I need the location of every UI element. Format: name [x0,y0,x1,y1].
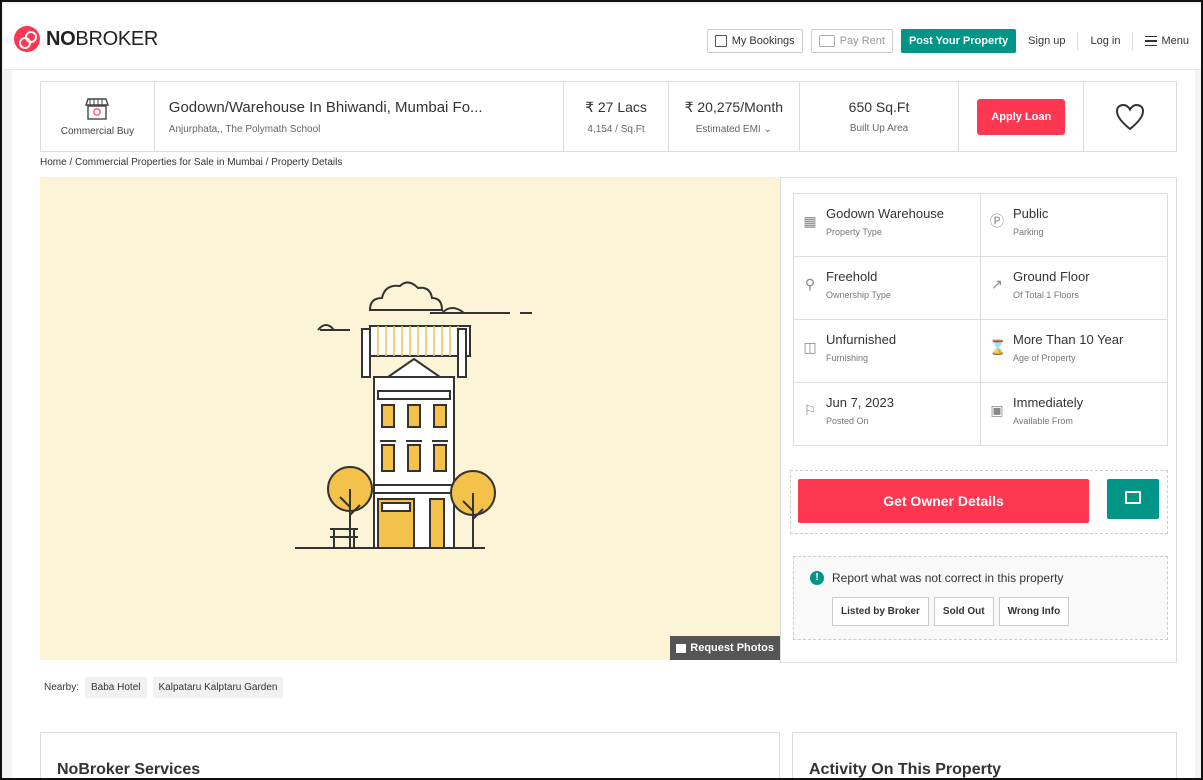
bookings-icon [714,35,727,47]
property-photo-placeholder: Request Photos [40,177,780,660]
nearby-places: Nearby: Baba Hotel Kalpataru Kalptaru Ga… [40,672,780,702]
browser-frame: NOBROKER My Bookings Pay Rent Post Your … [0,0,1203,780]
nav-divider [1077,32,1079,50]
request-photos-button[interactable]: Request Photos [670,636,780,660]
my-bookings-button[interactable]: My Bookings [706,29,803,53]
property-locality: Anjurphata,, The Polymath School [168,123,321,135]
building-icon: ▦ [803,213,817,229]
apply-loan-button[interactable]: Apply Loan [977,98,1066,135]
nearby-chip[interactable]: Kalpataru Kalptaru Garden [152,676,284,698]
nav-actions: My Bookings Pay Rent Post Your Property … [706,29,1193,53]
owner-contact-box: Get Owner Details [790,470,1168,534]
nearby-label: Nearby: [44,681,80,693]
hamburger-icon [1145,35,1158,47]
report-box: ! Report what was not correct in this pr… [793,556,1168,640]
property-attributes-grid: ▦ Godown Warehouse Property Type Ⓟ Public… [793,193,1168,446]
furnishing-icon: ◫ [803,339,817,355]
loan-cell: Apply Loan [959,82,1085,151]
attribute-age: ⌛ More Than 10 Year Age of Property [981,320,1167,382]
attribute-posted-on: ⚐ Jun 7, 2023 Posted On [794,383,980,445]
get-owner-details-button[interactable]: Get Owner Details [798,479,1089,523]
attribute-parking: Ⓟ Public Parking [981,194,1167,256]
sold-out-button[interactable]: Sold Out [933,597,994,626]
property-category: Commercial Buy [41,82,155,151]
built-up-area: 650 Sq.Ft [848,99,910,115]
breadcrumb[interactable]: Home / Commercial Properties for Sale in… [40,157,342,168]
hourglass-icon: ⌛ [989,339,1007,355]
favorite-cell [1084,82,1176,151]
emi-value: ₹ 20,275/Month [684,98,783,115]
nearby-chip[interactable]: Baba Hotel [85,676,147,698]
building-illustration [295,281,532,549]
emi-cell[interactable]: ₹ 20,275/Month Estimated EMI ⌄ [669,82,800,151]
area-label: Built Up Area [849,123,909,134]
section-title: Activity On This Property [809,761,1002,778]
report-message: ! Report what was not correct in this pr… [810,571,1063,585]
attribute-floor: ↗ Ground Floor Of Total 1 Floors [981,257,1167,319]
log-in-link[interactable]: Log in [1086,35,1124,47]
nav-divider [1132,32,1134,50]
logo-text: NOBROKER [46,27,159,50]
property-price: ₹ 27 Lacs [585,98,647,115]
stairs-icon: ↗ [991,276,1003,292]
nobroker-services-section: NoBroker Services [40,732,780,778]
property-title: Godown/Warehouse In Bhiwandi, Mumbai Fo.… [168,98,483,116]
card-icon [818,35,835,47]
attribute-ownership: ⚲ Freehold Ownership Type [794,257,980,319]
calendar-icon: ▣ [990,402,1004,418]
property-summary-bar: Commercial Buy Godown/Warehouse In Bhiwa… [40,81,1177,152]
activity-section: Activity On This Property [792,732,1177,778]
post-property-button[interactable]: Post Your Property [900,29,1017,53]
image-icon [676,643,687,653]
price-per-sqft: 4,154 / Sq.Ft [587,123,645,135]
emi-label: Estimated EMI ⌄ [695,123,772,135]
heart-icon[interactable] [1115,103,1145,131]
attribute-property-type: ▦ Godown Warehouse Property Type [794,194,980,256]
report-options: Listed by Broker Sold Out Wrong Info [832,597,1070,626]
logo-icon [14,26,40,52]
ownership-icon: ⚲ [804,276,816,292]
pay-rent-button[interactable]: Pay Rent [810,29,893,53]
parking-icon: Ⓟ [990,213,1004,229]
area-cell: 650 Sq.Ft Built Up Area [800,82,960,151]
property-title-cell: Godown/Warehouse In Bhiwandi, Mumbai Fo.… [155,82,565,151]
listed-by-broker-button[interactable]: Listed by Broker [832,597,929,626]
chat-icon [1125,491,1141,504]
wrong-info-button[interactable]: Wrong Info [998,597,1070,626]
property-details-panel: ▦ Godown Warehouse Property Type Ⓟ Public… [780,177,1177,663]
flag-icon: ⚐ [803,402,817,418]
top-navbar: NOBROKER My Bookings Pay Rent Post Your … [4,4,1201,70]
property-page: Commercial Buy Godown/Warehouse In Bhiwa… [12,70,1195,778]
section-title: NoBroker Services [57,761,201,778]
info-icon: ! [810,571,824,585]
chevron-down-icon: ⌄ [763,123,772,135]
nobroker-logo[interactable]: NOBROKER [14,26,158,52]
price-cell: ₹ 27 Lacs 4,154 / Sq.Ft [564,82,669,151]
chat-button[interactable] [1107,479,1159,519]
sign-up-link[interactable]: Sign up [1024,35,1069,47]
menu-button[interactable]: Menu [1141,35,1193,47]
attribute-furnishing: ◫ Unfurnished Furnishing [794,320,980,382]
shop-icon [85,98,110,120]
attribute-available-from: ▣ Immediately Available From [981,383,1167,445]
